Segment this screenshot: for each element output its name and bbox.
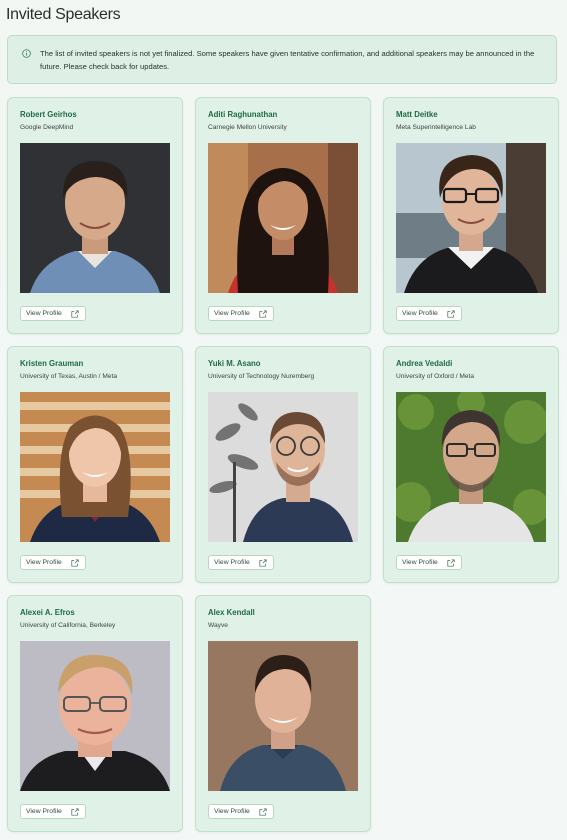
speaker-name: Alex Kendall bbox=[208, 608, 255, 617]
view-profile-button[interactable]: View Profile bbox=[396, 306, 462, 321]
external-link-icon bbox=[447, 559, 455, 567]
view-profile-label: View Profile bbox=[214, 808, 250, 815]
view-profile-label: View Profile bbox=[26, 310, 62, 317]
view-profile-button[interactable]: View Profile bbox=[208, 306, 274, 321]
speaker-card: Andrea Vedaldi University of Oxford / Me… bbox=[383, 346, 559, 583]
view-profile-label: View Profile bbox=[402, 310, 438, 317]
speaker-photo bbox=[208, 392, 358, 542]
info-notice: The list of invited speakers is not yet … bbox=[7, 35, 557, 84]
view-profile-button[interactable]: View Profile bbox=[208, 555, 274, 570]
speaker-card: Alexei A. Efros University of California… bbox=[7, 595, 183, 832]
view-profile-button[interactable]: View Profile bbox=[20, 555, 86, 570]
speaker-name: Andrea Vedaldi bbox=[396, 359, 453, 368]
view-profile-button[interactable]: View Profile bbox=[208, 804, 274, 819]
speaker-affiliation: University of Oxford / Meta bbox=[396, 373, 475, 380]
speaker-name: Matt Deitke bbox=[396, 110, 438, 119]
speaker-card: Yuki M. Asano University of Technology N… bbox=[195, 346, 371, 583]
view-profile-label: View Profile bbox=[26, 559, 62, 566]
speaker-affiliation: University of California, Berkeley bbox=[20, 622, 116, 629]
external-link-icon bbox=[447, 310, 455, 318]
external-link-icon bbox=[71, 808, 79, 816]
view-profile-label: View Profile bbox=[402, 559, 438, 566]
speaker-affiliation: Meta Superintelligence Lab bbox=[396, 124, 476, 131]
view-profile-button[interactable]: View Profile bbox=[20, 306, 86, 321]
speaker-name: Kristen Grauman bbox=[20, 359, 84, 368]
speaker-affiliation: Wayve bbox=[208, 622, 228, 629]
view-profile-label: View Profile bbox=[214, 310, 250, 317]
view-profile-button[interactable]: View Profile bbox=[20, 804, 86, 819]
notice-text: The list of invited speakers is not yet … bbox=[40, 49, 535, 71]
speaker-photo bbox=[208, 641, 358, 791]
speaker-card: Aditi Raghunathan Carnegie Mellon Univer… bbox=[195, 97, 371, 334]
speaker-card: Robert Geirhos Google DeepMind View Prof… bbox=[7, 97, 183, 334]
speaker-affiliation: University of Technology Nuremberg bbox=[208, 373, 315, 380]
view-profile-button[interactable]: View Profile bbox=[396, 555, 462, 570]
speaker-photo bbox=[20, 392, 170, 542]
external-link-icon bbox=[71, 559, 79, 567]
speaker-photo bbox=[208, 143, 358, 293]
speaker-card: Kristen Grauman University of Texas, Aus… bbox=[7, 346, 183, 583]
speaker-name: Alexei A. Efros bbox=[20, 608, 75, 617]
speaker-affiliation: University of Texas, Austin / Meta bbox=[20, 373, 117, 380]
speaker-name: Aditi Raghunathan bbox=[208, 110, 278, 119]
view-profile-label: View Profile bbox=[26, 808, 62, 815]
speaker-card: Matt Deitke Meta Superintelligence Lab V… bbox=[383, 97, 559, 334]
speaker-card: Alex Kendall Wayve View Profile bbox=[195, 595, 371, 832]
speaker-photo bbox=[20, 143, 170, 293]
view-profile-label: View Profile bbox=[214, 559, 250, 566]
speaker-affiliation: Google DeepMind bbox=[20, 124, 74, 131]
speaker-name: Robert Geirhos bbox=[20, 110, 77, 119]
speaker-photo bbox=[396, 143, 546, 293]
external-link-icon bbox=[259, 310, 267, 318]
info-icon bbox=[22, 49, 31, 58]
speaker-photo bbox=[396, 392, 546, 542]
speaker-affiliation: Carnegie Mellon University bbox=[208, 124, 287, 131]
speaker-name: Yuki M. Asano bbox=[208, 359, 261, 368]
external-link-icon bbox=[259, 559, 267, 567]
external-link-icon bbox=[71, 310, 79, 318]
page-title: Invited Speakers bbox=[6, 6, 121, 23]
external-link-icon bbox=[259, 808, 267, 816]
speaker-photo bbox=[20, 641, 170, 791]
